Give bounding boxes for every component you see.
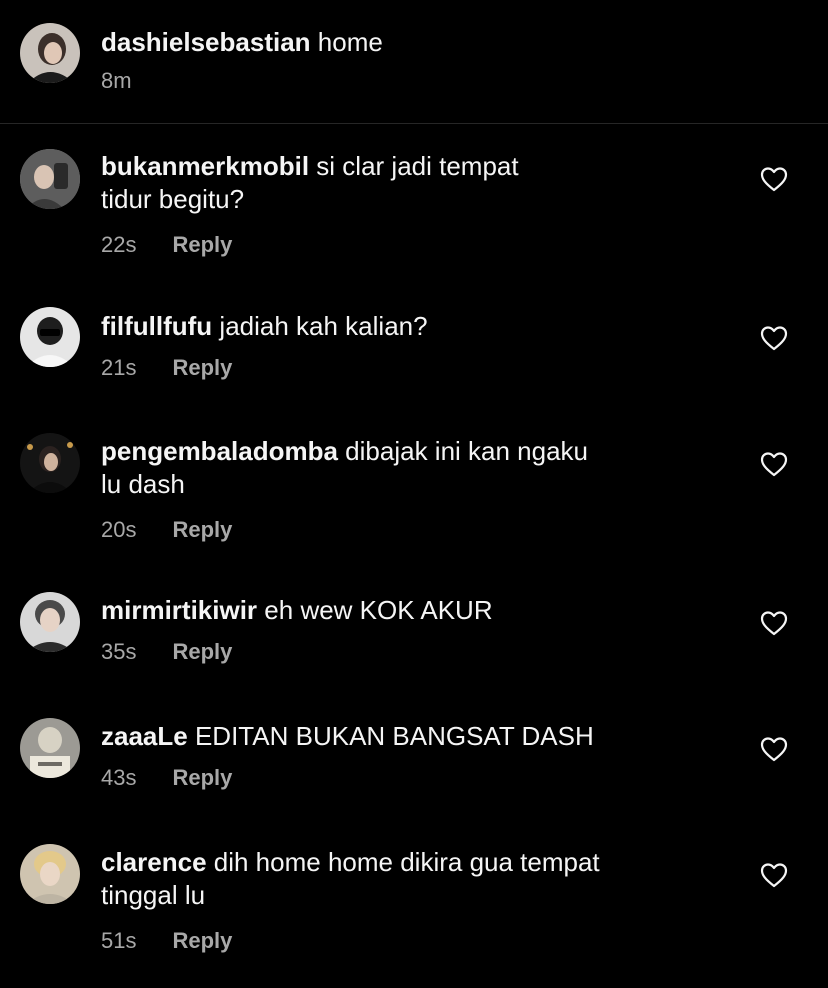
reply-button[interactable]: Reply: [172, 765, 232, 791]
caption-meta: 8m: [101, 68, 681, 94]
comment-text: eh wew KOK AKUR: [264, 595, 493, 625]
comment-username[interactable]: pengembaladomba: [101, 436, 338, 466]
commenter-avatar[interactable]: [20, 307, 80, 367]
comment-text-line: mirmirtikiwir eh wew KOK AKUR: [101, 594, 681, 627]
comment-timestamp: 21s: [101, 355, 137, 380]
comment-text-line-2: tidur begitu?: [101, 184, 245, 214]
comment-text-line: bukanmerkmobil si clar jadi tempat: [101, 150, 681, 183]
caption-avatar[interactable]: [20, 23, 80, 83]
comment-text-line: clarence dih home home dikira gua tempat: [101, 846, 681, 879]
comment-meta: 21s Reply: [101, 355, 681, 381]
reply-button[interactable]: Reply: [172, 232, 232, 258]
commenter-avatar[interactable]: [20, 433, 80, 493]
comment-timestamp: 35s: [101, 639, 137, 664]
commenter-avatar[interactable]: [20, 149, 80, 209]
heart-outline-icon[interactable]: [760, 325, 788, 351]
comment-meta: 43s Reply: [101, 765, 681, 791]
heart-outline-icon[interactable]: [760, 166, 788, 192]
commenter-avatar[interactable]: [20, 844, 80, 904]
comment-text: jadiah kah kalian?: [219, 311, 428, 341]
caption-text-line: dashielsebastian home: [101, 26, 681, 59]
comment-timestamp: 22s: [101, 232, 137, 257]
comment-text-line: pengembaladomba dibajak ini kan ngaku: [101, 435, 681, 468]
comment-username[interactable]: mirmirtikiwir: [101, 595, 257, 625]
heart-outline-icon[interactable]: [760, 862, 788, 888]
comment-text-line-2: lu dash: [101, 469, 185, 499]
comment-text-line-2: tinggal lu: [101, 880, 206, 910]
commenter-avatar[interactable]: [20, 718, 80, 778]
reply-button[interactable]: Reply: [172, 639, 232, 665]
heart-outline-icon[interactable]: [760, 610, 788, 636]
comment-meta: 22s Reply: [101, 232, 681, 258]
comment-username[interactable]: bukanmerkmobil: [101, 151, 309, 181]
caption-timestamp: 8m: [101, 68, 132, 93]
reply-button[interactable]: Reply: [172, 517, 232, 543]
caption-username[interactable]: dashielsebastian: [101, 27, 311, 57]
comment-timestamp: 20s: [101, 517, 137, 542]
comment-timestamp: 43s: [101, 765, 137, 790]
comment-meta: 51s Reply: [101, 928, 681, 954]
reply-button[interactable]: Reply: [172, 355, 232, 381]
caption-text: home: [317, 27, 383, 57]
comment-meta: 35s Reply: [101, 639, 681, 665]
comment-text: si clar jadi tempat: [316, 151, 519, 181]
commenter-avatar[interactable]: [20, 592, 80, 652]
comment-timestamp: 51s: [101, 928, 137, 953]
comment-username[interactable]: zaaaLe: [101, 721, 188, 751]
heart-outline-icon[interactable]: [760, 736, 788, 762]
comment-text-line: filfullfufu jadiah kah kalian?: [101, 310, 681, 343]
heart-outline-icon[interactable]: [760, 451, 788, 477]
reply-button[interactable]: Reply: [172, 928, 232, 954]
post-caption: dashielsebastian home 8m: [0, 0, 828, 124]
comment-text-line: zaaaLe EDITAN BUKAN BANGSAT DASH: [101, 720, 681, 753]
comment-text: EDITAN BUKAN BANGSAT DASH: [194, 721, 594, 751]
comment-text: dih home home dikira gua tempat: [213, 847, 600, 877]
comment-username[interactable]: clarence: [101, 847, 207, 877]
comment-username[interactable]: filfullfufu: [101, 311, 212, 341]
comment-text: dibajak ini kan ngaku: [345, 436, 589, 466]
comment-meta: 20s Reply: [101, 517, 681, 543]
